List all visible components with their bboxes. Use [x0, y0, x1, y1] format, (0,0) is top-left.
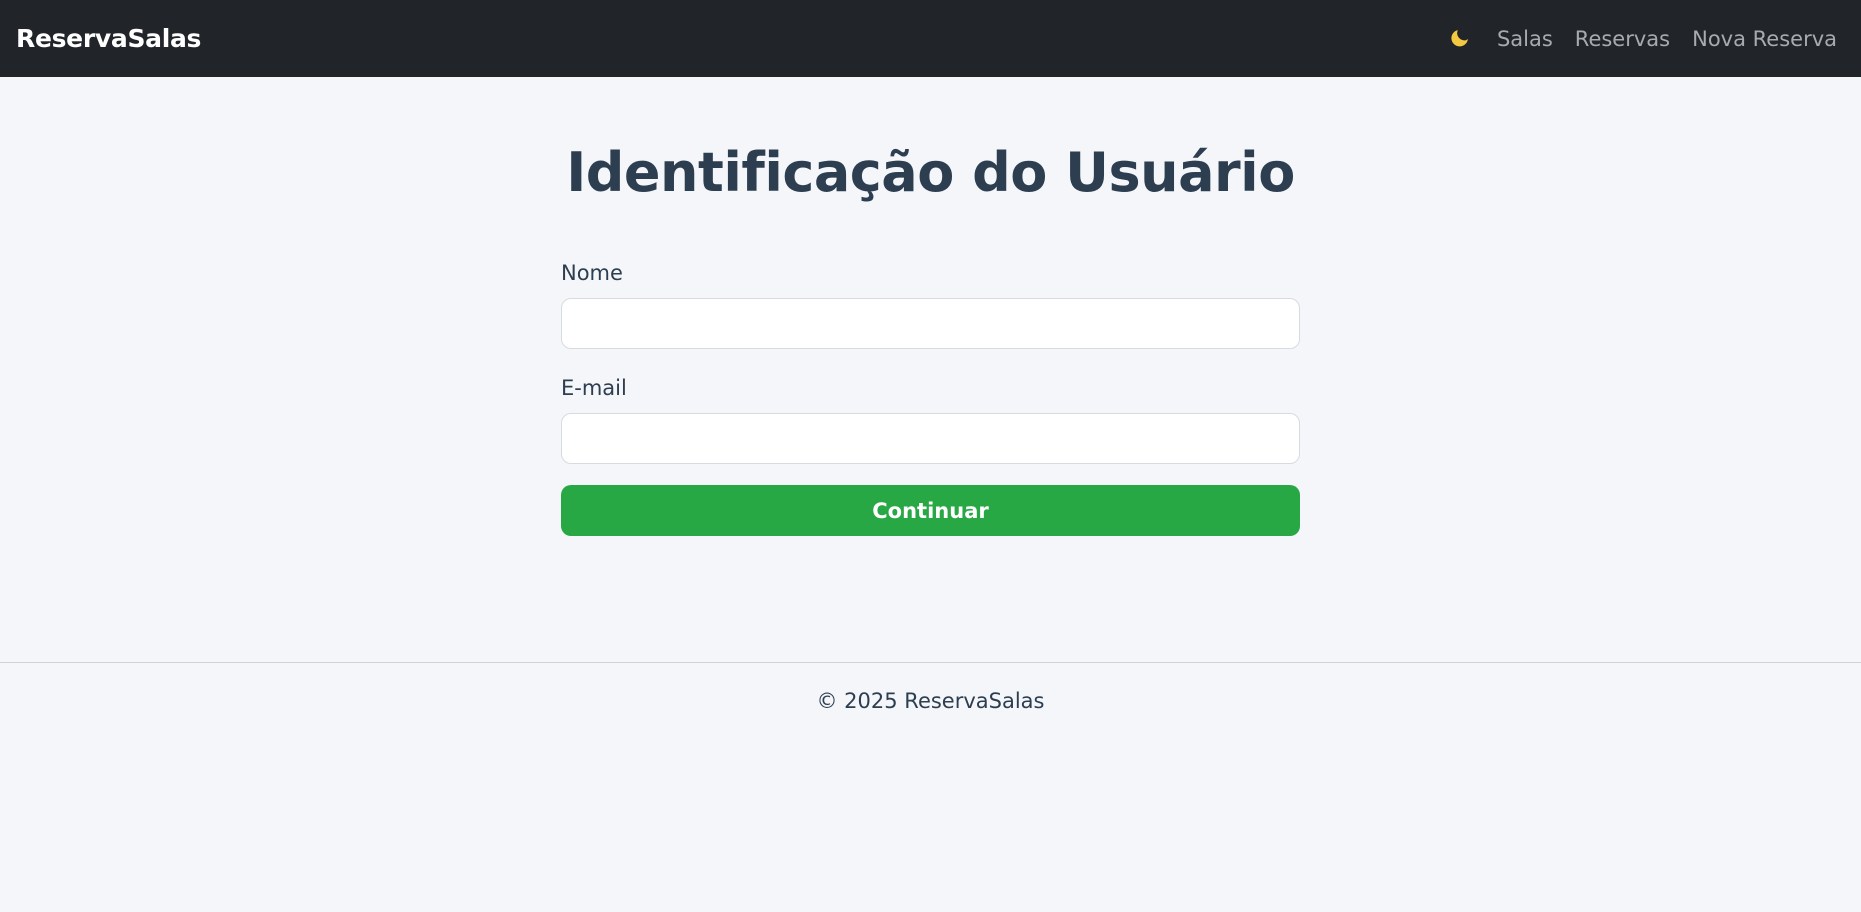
email-input[interactable]	[561, 413, 1300, 464]
email-field-group: E-mail	[561, 375, 1300, 464]
name-input[interactable]	[561, 298, 1300, 349]
brand-logo[interactable]: ReservaSalas	[16, 24, 201, 53]
name-field-group: Nome	[561, 260, 1300, 349]
nav-link-nova-reserva[interactable]: Nova Reserva	[1692, 27, 1837, 51]
nav-menu: Salas Reservas Nova Reserva	[1447, 25, 1837, 53]
nav-link-salas[interactable]: Salas	[1497, 27, 1553, 51]
theme-toggle-button[interactable]	[1447, 25, 1475, 53]
continue-button[interactable]: Continuar	[561, 485, 1300, 536]
email-label: E-mail	[561, 376, 627, 400]
main-content: Identificação do Usuário Nome E-mail Con…	[0, 77, 1861, 662]
nav-link-reservas[interactable]: Reservas	[1575, 27, 1670, 51]
navbar: ReservaSalas Salas Reservas Nova Reserva	[0, 0, 1861, 77]
page-title: Identificação do Usuário	[566, 141, 1295, 204]
user-identification-form: Nome E-mail Continuar	[561, 260, 1300, 536]
name-label: Nome	[561, 261, 623, 285]
footer: © 2025 ReservaSalas	[0, 663, 1861, 713]
footer-copyright: © 2025 ReservaSalas	[816, 689, 1045, 713]
moon-icon	[1450, 26, 1472, 51]
